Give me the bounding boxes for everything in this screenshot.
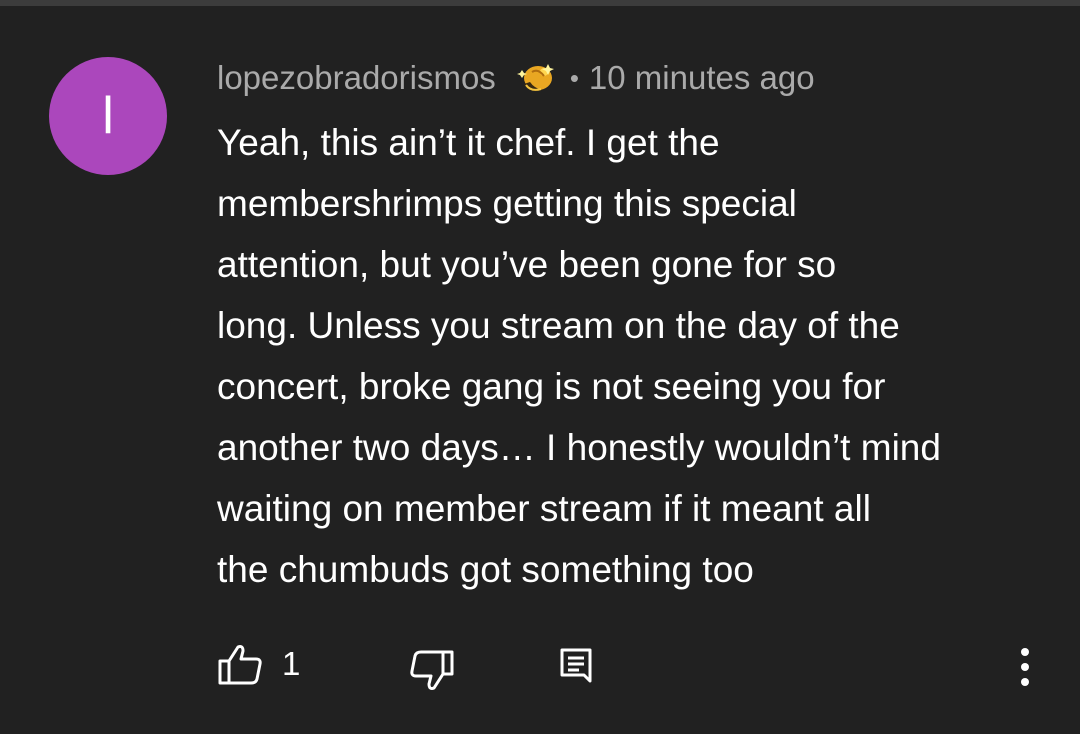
thumbs-up-icon xyxy=(218,645,262,685)
reply-button[interactable] xyxy=(556,644,596,690)
comment-body: Yeah, this ain’t it chef. I get the memb… xyxy=(217,112,1047,600)
more-vertical-icon xyxy=(1021,648,1029,686)
comment-body-line: long. Unless you stream on the day of th… xyxy=(217,305,900,346)
comment-body-line: concert, broke gang is not seeing you fo… xyxy=(217,366,886,407)
more-options-button[interactable] xyxy=(1008,642,1042,692)
avatar-letter: l xyxy=(102,87,114,145)
like-count: 1 xyxy=(282,645,301,682)
comment-body-line: attention, but you’ve been gone for so xyxy=(217,244,837,285)
comment-item: l lopezobradorismos • 10 minutes ago Yea… xyxy=(0,0,1080,734)
thumbs-down-icon xyxy=(410,650,454,690)
comment-actions: 1 xyxy=(0,636,1080,696)
comment-timestamp[interactable]: 10 minutes ago xyxy=(589,59,815,97)
dislike-button[interactable] xyxy=(406,646,458,694)
comment-body-line: the chumbuds got something too xyxy=(217,549,754,590)
username[interactable]: lopezobradorismos xyxy=(217,59,496,97)
membership-badge-icon xyxy=(514,58,558,98)
comment-body-line: another two days… I honestly wouldn’t mi… xyxy=(217,427,941,468)
comment-body-line: membershrimps getting this special xyxy=(217,183,797,224)
reply-comment-icon xyxy=(560,648,592,683)
avatar[interactable]: l xyxy=(49,57,167,175)
meta-separator: • xyxy=(569,62,579,93)
comment-header: lopezobradorismos • 10 minutes ago xyxy=(217,56,815,100)
comment-body-line: waiting on member stream if it meant all xyxy=(217,488,871,529)
like-button[interactable] xyxy=(214,641,266,689)
comment-body-line: Yeah, this ain’t it chef. I get the xyxy=(217,122,720,163)
